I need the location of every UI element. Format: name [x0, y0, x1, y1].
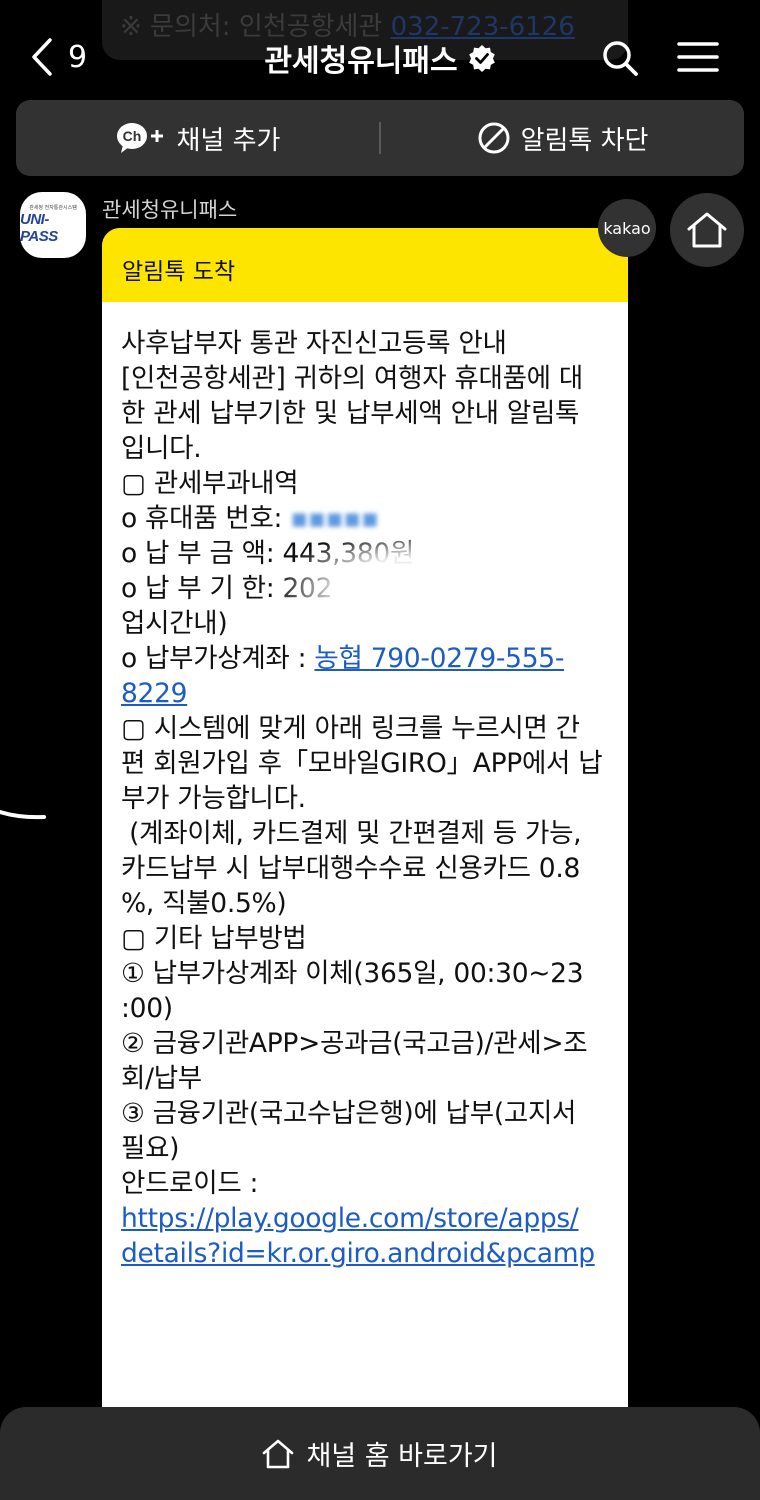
- account-line-cont: 8229: [121, 676, 616, 711]
- header-title-group[interactable]: 관세청유니패스: [0, 36, 760, 80]
- item-number-line: o 휴대품 번호: ▪▪▪▪▪: [121, 501, 616, 536]
- message-line: 부가 가능합니다.: [121, 783, 306, 814]
- channel-add-icon: Ch: [116, 123, 163, 153]
- redaction-blur: [282, 533, 542, 648]
- scribble-mark: [0, 810, 46, 820]
- message-line: 필요): [121, 1133, 180, 1164]
- message-line: ▢ 시스템에 맞게 아래 링크를 누르시면 간: [121, 713, 580, 744]
- redacted-item-number: ▪▪▪▪▪: [282, 503, 379, 534]
- kakao-badge[interactable]: kakao: [598, 199, 656, 257]
- unipass-logo: UNI-PASS: [20, 211, 58, 245]
- page-title: 관세청유니패스: [264, 44, 458, 79]
- avatar-subtitle: 관세청 전자통관시스템: [29, 205, 77, 211]
- chat-header: 9 관세청유니패스: [0, 0, 760, 100]
- block-alimtalk-label: 알림톡 차단: [520, 125, 649, 156]
- block-icon: [478, 122, 510, 154]
- alimtalk-message-bubble: 알림톡 도착 사후납부자 통관 자진신고등록 안내 [인천공항세관] 귀하의 여…: [102, 228, 628, 1468]
- android-store-link-cont[interactable]: details?id=kr.or.giro.android&pcamp: [121, 1238, 595, 1269]
- verified-badge-icon: [468, 45, 495, 72]
- account-number-link-cont[interactable]: 8229: [121, 678, 188, 709]
- channel-home-label: 채널 홈 바로가기: [306, 1441, 498, 1472]
- message-line: 회/납부: [121, 1063, 202, 1094]
- home-icon: [263, 1439, 294, 1468]
- channel-home-shortcut[interactable]: [670, 193, 744, 267]
- menu-icon[interactable]: [676, 38, 720, 78]
- message-line: 카드납부 시 납부대행수수료 신용카드 0.8: [121, 853, 581, 884]
- message-line: 사후납부자 통관 자진신고등록 안내: [121, 328, 507, 359]
- message-header: 알림톡 도착: [102, 228, 628, 302]
- channel-action-bar: Ch 채널 추가 알림톡 차단: [16, 100, 744, 176]
- android-label: 안드로이드 :: [121, 1168, 259, 1199]
- search-icon[interactable]: [600, 38, 640, 78]
- message-line: [인천공항세관] 귀하의 여행자 휴대품에 대: [121, 363, 583, 394]
- message-line: :00): [121, 993, 173, 1024]
- section-title: ▢ 기타 납부방법: [121, 923, 307, 954]
- add-channel-label: 채널 추가: [176, 125, 281, 156]
- message-line: ③ 금융기관(국고수납은행)에 납부(고지서: [121, 1098, 577, 1129]
- channel-add-icon-text: Ch: [122, 128, 141, 144]
- message-line: %, 직불0.5%): [121, 888, 287, 919]
- message-line: 편 회원가입 후「모바일GIRO」APP에서 납: [121, 748, 603, 779]
- message-line: ② 금융기관APP>공과금(국고금)/관세>조: [121, 1028, 588, 1059]
- message-line: 입니다.: [121, 433, 202, 464]
- message-body: 사후납부자 통관 자진신고등록 안내 [인천공항세관] 귀하의 여행자 휴대품에…: [102, 302, 628, 1271]
- add-channel-button[interactable]: Ch 채널 추가: [16, 120, 379, 157]
- avatar[interactable]: 관세청 전자통관시스템 UNI-PASS: [20, 192, 86, 258]
- message-line: ① 납부가상계좌 이체(365일, 00:30~23: [121, 958, 584, 989]
- section-title: ▢ 관세부과내역: [121, 468, 299, 499]
- android-link-line: https://play.google.com/store/apps/: [121, 1201, 616, 1236]
- android-store-link[interactable]: https://play.google.com/store/apps/: [121, 1203, 579, 1234]
- channel-home-button[interactable]: 채널 홈 바로가기: [0, 1407, 760, 1500]
- item-number-label: o 휴대품 번호:: [121, 503, 283, 534]
- message-line: 한 관세 납부기한 및 납부세액 안내 알림톡: [121, 398, 580, 429]
- sender-name: 관세청유니패스: [102, 198, 238, 222]
- message-line: (계좌이체, 카드결제 및 간편결제 등 가능,: [121, 818, 582, 849]
- android-link-line-cont: details?id=kr.or.giro.android&pcamp: [121, 1236, 616, 1271]
- home-icon: [687, 212, 727, 248]
- block-alimtalk-button[interactable]: 알림톡 차단: [381, 120, 744, 157]
